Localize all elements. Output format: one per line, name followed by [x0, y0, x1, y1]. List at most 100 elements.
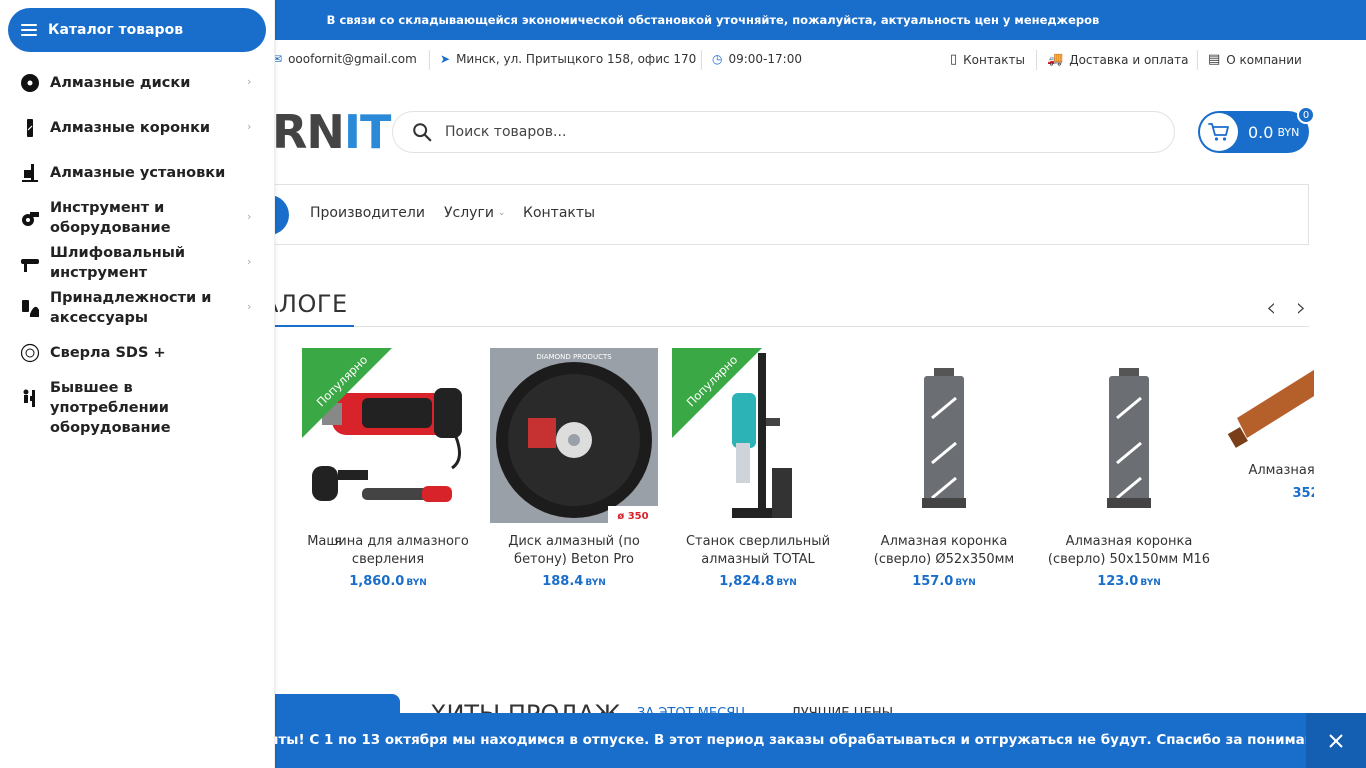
- search-box: [392, 111, 1175, 153]
- badge-ribbon: [672, 348, 762, 438]
- sidebar-item-label: Принадлежности и аксессуары: [50, 290, 212, 326]
- product-image[interactable]: [1227, 348, 1314, 458]
- nav-manufacturers[interactable]: Производители: [310, 205, 425, 221]
- core-bit-image: [922, 368, 966, 508]
- search-input[interactable]: [445, 124, 1145, 140]
- nav-services[interactable]: Услуги ⌄: [444, 205, 505, 221]
- cart-count-badge: 0: [1297, 106, 1315, 124]
- cart-currency: BYN: [1277, 125, 1300, 139]
- carousel-prev-icon[interactable]: ‹: [1266, 293, 1276, 323]
- sidebar-item-label: Инструмент и оборудование: [50, 200, 171, 236]
- core-bit-image: [1107, 368, 1151, 508]
- product-name[interactable]: Алмазная коронка (сверло) 50x150мм M16: [1043, 533, 1215, 569]
- product-name[interactable]: Диск алмазный (по бетону) Beton Pro: [488, 533, 660, 569]
- grinder-icon: [20, 253, 40, 273]
- nav-contacts[interactable]: Контакты: [523, 205, 595, 221]
- sidebar-item-core-bits[interactable]: Алмазные коронки ›: [0, 108, 275, 148]
- delivery-link[interactable]: 🚚 Доставка и оплата: [1047, 52, 1189, 67]
- search-icon[interactable]: [411, 121, 433, 143]
- product-price-currency: BYN: [776, 578, 797, 588]
- id-card-icon: ▤: [1208, 52, 1221, 67]
- core-bit-icon: [20, 118, 40, 138]
- product-price-currency: BYN: [1140, 578, 1161, 588]
- sidebar-item-label: Алмазные диски: [50, 75, 191, 91]
- about-label: О компании: [1226, 52, 1302, 67]
- nav-services-label: Услуги: [444, 205, 494, 221]
- cart-button[interactable]: 0.0 BYN 0: [1198, 106, 1315, 153]
- carousel-next-icon[interactable]: ›: [1296, 293, 1306, 323]
- sidebar-item-label: Алмазные коронки: [50, 120, 211, 136]
- sidebar-item-used-equipment[interactable]: Бывшее в употреблении оборудование: [0, 378, 275, 436]
- catalog-button-label: Каталог товаров: [48, 22, 184, 38]
- sidebar-item-sds-drills[interactable]: Сверла SDS +: [0, 333, 275, 373]
- product-image[interactable]: [1043, 348, 1215, 523]
- phone-icon: ▯: [950, 52, 958, 67]
- nav-manufacturers-label: Производители: [310, 205, 425, 221]
- clock-icon: ◷: [712, 52, 723, 66]
- top-banner-text: В связи со складывающейся экономической …: [326, 13, 1100, 27]
- divider: [275, 326, 1309, 327]
- product-name[interactable]: Машина для алмазного сверления: [302, 533, 474, 569]
- product-price-value: 157.0: [912, 574, 954, 589]
- email-link[interactable]: ✉ ooofornit@gmail.com: [272, 52, 417, 66]
- product-name[interactable]: Алмазная коронка (сверло) Ø52x350мм: [858, 533, 1030, 569]
- product-price-value: 123.0: [1097, 574, 1139, 589]
- product-price-value: 1,860.0: [349, 574, 405, 589]
- disc-icon: [20, 73, 40, 93]
- sidebar-item-label: Шлифовальный инструмент: [50, 245, 186, 281]
- sidebar-item-tools-equipment[interactable]: Инструмент и оборудование ›: [0, 198, 275, 238]
- location-arrow-icon: ➤: [440, 52, 451, 66]
- cart-total: 0.0: [1248, 122, 1274, 142]
- product-card[interactable]: Популярно Станок сверлильный алмазный TO…: [672, 348, 844, 589]
- copper-core-bit-image: [1227, 369, 1314, 448]
- sidebar-item-diamond-discs[interactable]: Алмазные диски ›: [0, 63, 275, 103]
- product-card[interactable]: Алмазная коронка (сверло) 50x150мм M16 1…: [1043, 348, 1215, 589]
- diamond-disc-image: DIAMOND PRODUCTS ø 350: [490, 348, 658, 523]
- product-name[interactable]: Станок сверлильный алмазный TOTAL: [672, 533, 844, 569]
- product-card[interactable]: DIAMOND PRODUCTS ø 350 Диск алмазный (по…: [488, 348, 660, 589]
- sidebar-item-label: Алмазные установки: [50, 165, 226, 181]
- catalog-toggle-button[interactable]: Каталог товаров: [8, 8, 266, 52]
- chevron-right-icon: ›: [247, 300, 252, 313]
- disc-brand-text: DIAMOND PRODUCTS: [536, 353, 612, 361]
- notice-close-button[interactable]: [1306, 713, 1366, 768]
- address-link[interactable]: ➤ Минск, ул. Притыцкого 158, офис 170: [440, 52, 696, 66]
- product-image[interactable]: DIAMOND PRODUCTS ø 350: [488, 348, 660, 523]
- logo-part-blue: IT: [343, 105, 391, 159]
- contacts-top-label: Контакты: [963, 52, 1025, 67]
- sidebar-item-grinding-tools[interactable]: Шлифовальный инструмент ›: [0, 243, 275, 283]
- logo-part-dark: RN: [272, 105, 345, 159]
- chevron-down-icon: ⌄: [497, 208, 506, 218]
- product-price-currency: BYN: [585, 578, 606, 588]
- close-icon: [1329, 733, 1343, 748]
- product-price: 1,860.0 BYN: [302, 574, 474, 589]
- product-card[interactable]: Алмазная Diamond 352.0: [1227, 348, 1314, 501]
- product-image[interactable]: Популярно: [672, 348, 844, 523]
- menu-icon: [21, 24, 37, 36]
- hours: ◷ 09:00-17:00: [712, 52, 802, 66]
- cart-icon: [1208, 123, 1229, 141]
- used-equipment-icon: [20, 388, 40, 408]
- product-price: 157.0 BYN: [858, 574, 1030, 589]
- product-name[interactable]: Алмазная Diamond: [1227, 462, 1314, 480]
- catalog-sidebar: Каталог товаров Алмазные диски › Алмазны…: [0, 0, 275, 768]
- delivery-label: Доставка и оплата: [1069, 52, 1189, 67]
- chevron-right-icon: ›: [247, 75, 252, 88]
- contacts-top-link[interactable]: ▯ Контакты: [950, 52, 1025, 67]
- sidebar-item-drill-rigs[interactable]: Алмазные установки: [0, 153, 275, 193]
- sidebar-item-accessories[interactable]: Принадлежности и аксессуары ›: [0, 288, 275, 328]
- product-price: 188.4 BYN: [488, 574, 660, 589]
- product-price-currency: BYN: [955, 578, 976, 588]
- product-price-value: 1,824.8: [719, 574, 775, 589]
- about-link[interactable]: ▤ О компании: [1208, 52, 1302, 67]
- product-price-currency: BYN: [406, 578, 427, 588]
- product-image[interactable]: [858, 348, 1030, 523]
- divider: [429, 50, 430, 70]
- truck-icon: 🚚: [1047, 52, 1064, 67]
- divider: [1197, 50, 1198, 70]
- product-card[interactable]: Популярно Машина для алмазного сверления…: [302, 348, 474, 589]
- site-logo[interactable]: RNIT: [272, 104, 391, 160]
- badge-ribbon: [302, 348, 392, 438]
- product-image[interactable]: Популярно: [302, 348, 474, 523]
- product-card[interactable]: Алмазная коронка (сверло) Ø52x350мм 157.…: [858, 348, 1030, 589]
